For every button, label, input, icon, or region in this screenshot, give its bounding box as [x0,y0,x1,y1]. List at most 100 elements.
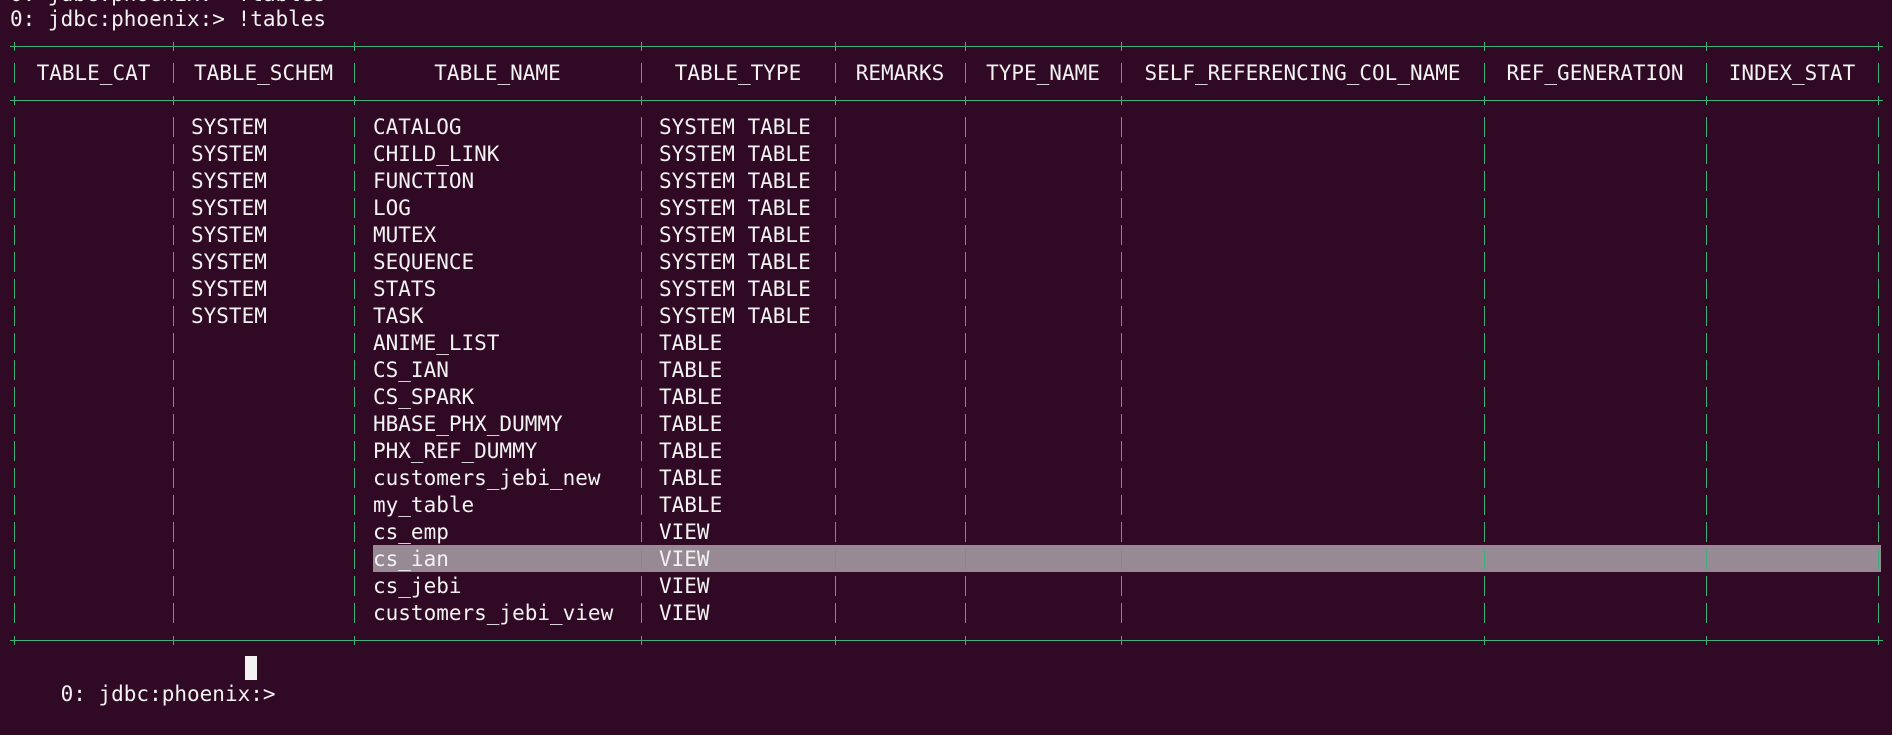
column-divider [1484,117,1485,137]
column-divider [173,549,174,569]
column-divider [173,144,174,164]
column-divider [835,603,836,623]
column-divider [965,549,966,569]
command-line: 0: jdbc:phoenix:> !tables [10,7,327,31]
terminal-window[interactable]: 0: jdbc:phoenix:> !tables 0: jdbc:phoeni… [0,0,1892,706]
column-divider [641,63,642,83]
column-divider [1121,576,1122,596]
table-cell: LOG [373,196,411,220]
column-divider [1121,333,1122,353]
column-divider [1878,387,1879,407]
column-divider [354,144,355,164]
column-divider [354,117,355,137]
column-divider [641,414,642,434]
column-divider [1878,603,1879,623]
table-cell: CHILD_LINK [373,142,500,166]
border-joint [1874,42,1883,51]
table-cell: SYSTEM TABLE [659,304,811,328]
column-divider [354,468,355,488]
table-cell: TABLE [659,412,723,436]
column-divider [173,117,174,137]
column-divider [354,198,355,218]
column-divider [354,414,355,434]
column-divider [1121,279,1122,299]
column-divider [1706,414,1707,434]
column-divider [835,360,836,380]
column-divider [354,306,355,326]
column-divider [641,468,642,488]
column-divider [835,198,836,218]
column-divider [641,306,642,326]
table-cell: SYSTEM TABLE [659,115,811,139]
column-divider [354,63,355,83]
column-divider [835,252,836,272]
column-divider [173,576,174,596]
column-divider [1121,198,1122,218]
column-divider [965,198,966,218]
column-divider [1484,468,1485,488]
border-joint [1702,636,1711,645]
column-divider [1878,171,1879,191]
column-divider [173,387,174,407]
column-divider [1121,225,1122,245]
table-cell: SYSTEM [191,169,267,193]
column-divider [641,333,642,353]
column-divider [354,360,355,380]
column-divider [1878,522,1879,542]
column-divider [1121,414,1122,434]
table-cell: SYSTEM [191,223,267,247]
column-divider [14,198,15,218]
column-divider [354,441,355,461]
column-divider [14,603,15,623]
column-divider [641,279,642,299]
table-cell: TABLE [659,358,723,382]
column-divider [1706,117,1707,137]
column-divider [965,306,966,326]
column-divider [1878,63,1879,83]
column-divider [965,441,966,461]
column-divider [14,333,15,353]
column-divider [173,468,174,488]
column-divider [835,225,836,245]
column-divider [641,549,642,569]
column-divider [835,306,836,326]
column-divider [1706,441,1707,461]
column-divider [965,144,966,164]
column-divider [14,387,15,407]
column-divider [1706,333,1707,353]
border-joint [10,96,19,105]
column-header: TABLE_NAME [434,61,561,85]
table-cell: CS_IAN [373,358,449,382]
column-divider [1706,522,1707,542]
column-divider [173,306,174,326]
border-joint [10,636,19,645]
column-divider [965,468,966,488]
column-divider [835,576,836,596]
column-divider [1121,144,1122,164]
table-border-line [14,46,1878,47]
column-divider [1121,603,1122,623]
border-joint [169,636,178,645]
column-divider [173,279,174,299]
text-cursor [245,656,257,680]
border-joint [1480,636,1489,645]
column-divider [1484,414,1485,434]
table-cell: SYSTEM TABLE [659,250,811,274]
border-joint [1702,42,1711,51]
column-divider [1121,522,1122,542]
table-cell: SYSTEM TABLE [659,142,811,166]
column-divider [173,603,174,623]
border-joint [961,42,970,51]
border-joint [1117,42,1126,51]
column-divider [1484,63,1485,83]
column-divider [14,252,15,272]
border-joint [10,42,19,51]
column-divider [1121,549,1122,569]
border-joint [1117,96,1126,105]
column-divider [641,495,642,515]
border-joint [637,42,646,51]
column-divider [173,198,174,218]
column-divider [1484,495,1485,515]
column-divider [965,387,966,407]
column-divider [1121,441,1122,461]
